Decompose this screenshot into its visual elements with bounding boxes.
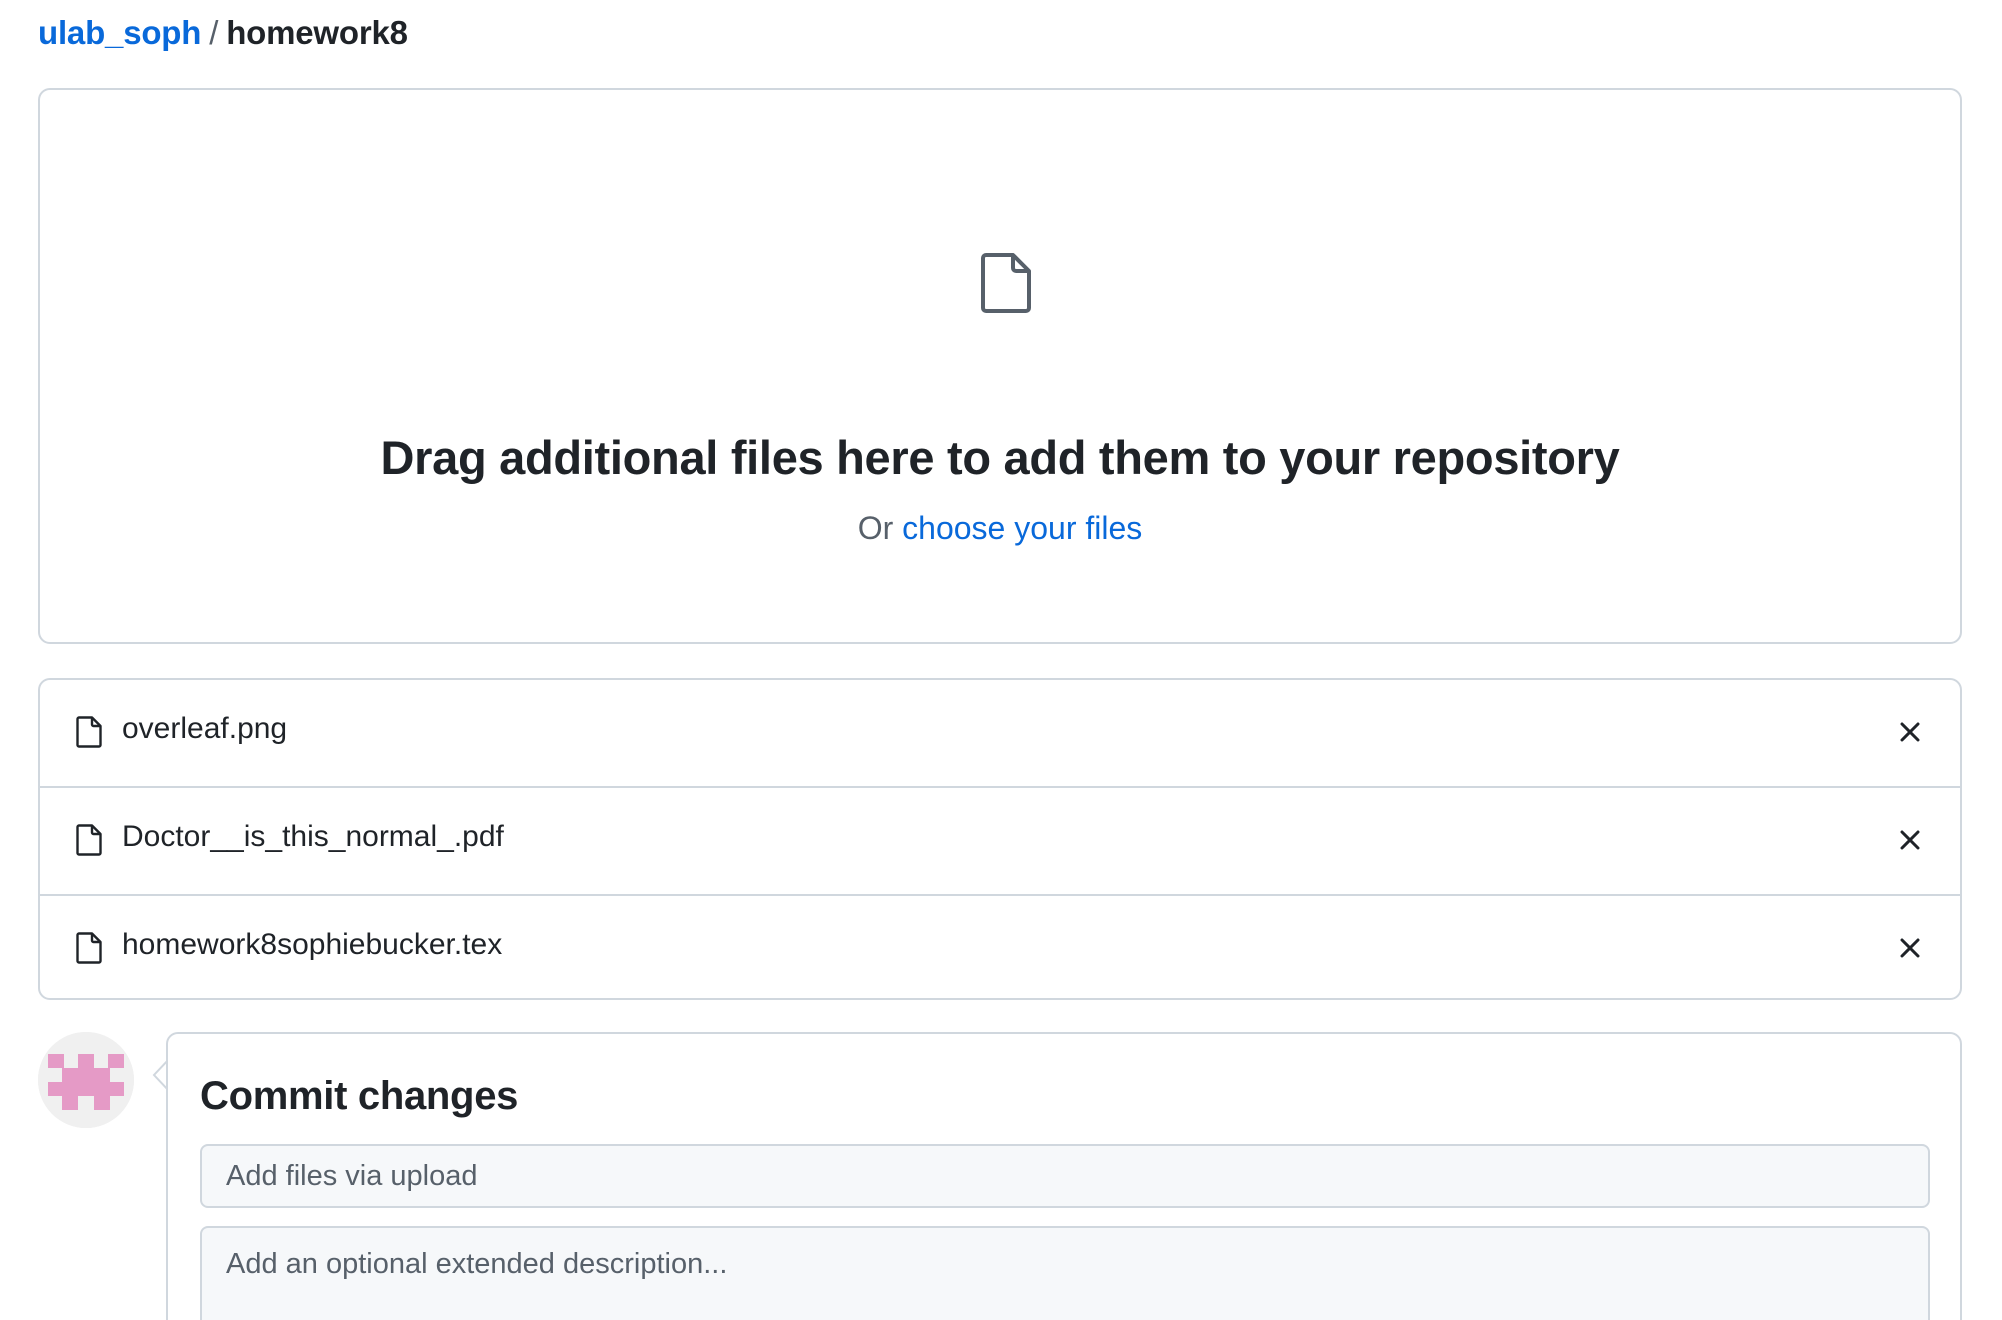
- file-name: overleaf.png: [122, 712, 288, 745]
- choose-files-link[interactable]: choose your files: [902, 510, 1142, 546]
- commit-changes-box: Commit changes: [166, 1032, 1962, 1320]
- repo-name-link[interactable]: homework8: [226, 14, 408, 52]
- file-name: Doctor__is_this_normal_.pdf: [122, 820, 504, 853]
- file-row: homework8sophiebucker.tex: [40, 896, 1960, 998]
- file-icon: [76, 716, 102, 748]
- close-icon[interactable]: [1896, 718, 1924, 746]
- file-dropzone[interactable]: Drag additional files here to add them t…: [38, 88, 1962, 644]
- identicon-image: [38, 1032, 134, 1128]
- commit-title: Commit changes: [200, 1074, 519, 1118]
- repo-owner-link[interactable]: ulab_soph: [38, 14, 201, 52]
- close-icon[interactable]: [1896, 826, 1924, 854]
- commit-summary-input[interactable]: [200, 1144, 1930, 1208]
- file-row: overleaf.png: [40, 680, 1960, 788]
- file-icon: [76, 824, 102, 856]
- dropzone-subtitle: Or choose your files: [40, 510, 1960, 547]
- close-icon[interactable]: [1896, 934, 1924, 962]
- file-icon: [76, 932, 102, 964]
- breadcrumb-separator: /: [209, 14, 219, 51]
- dropzone-title: Drag additional files here to add them t…: [380, 431, 1620, 484]
- file-icon: [981, 253, 1031, 313]
- file-row: Doctor__is_this_normal_.pdf: [40, 788, 1960, 896]
- dropzone-subtitle-prefix: Or: [857, 510, 894, 546]
- uploaded-file-list: overleaf.png Doctor__is_this_normal_.pdf…: [38, 678, 1962, 1000]
- upload-files-page: ulab_soph / homework8 Drag additional fi…: [0, 0, 2002, 1320]
- file-name: homework8sophiebucker.tex: [122, 928, 503, 961]
- avatar[interactable]: [38, 1032, 134, 1128]
- breadcrumb: ulab_soph / homework8: [38, 10, 408, 56]
- commit-description-input[interactable]: [200, 1226, 1930, 1320]
